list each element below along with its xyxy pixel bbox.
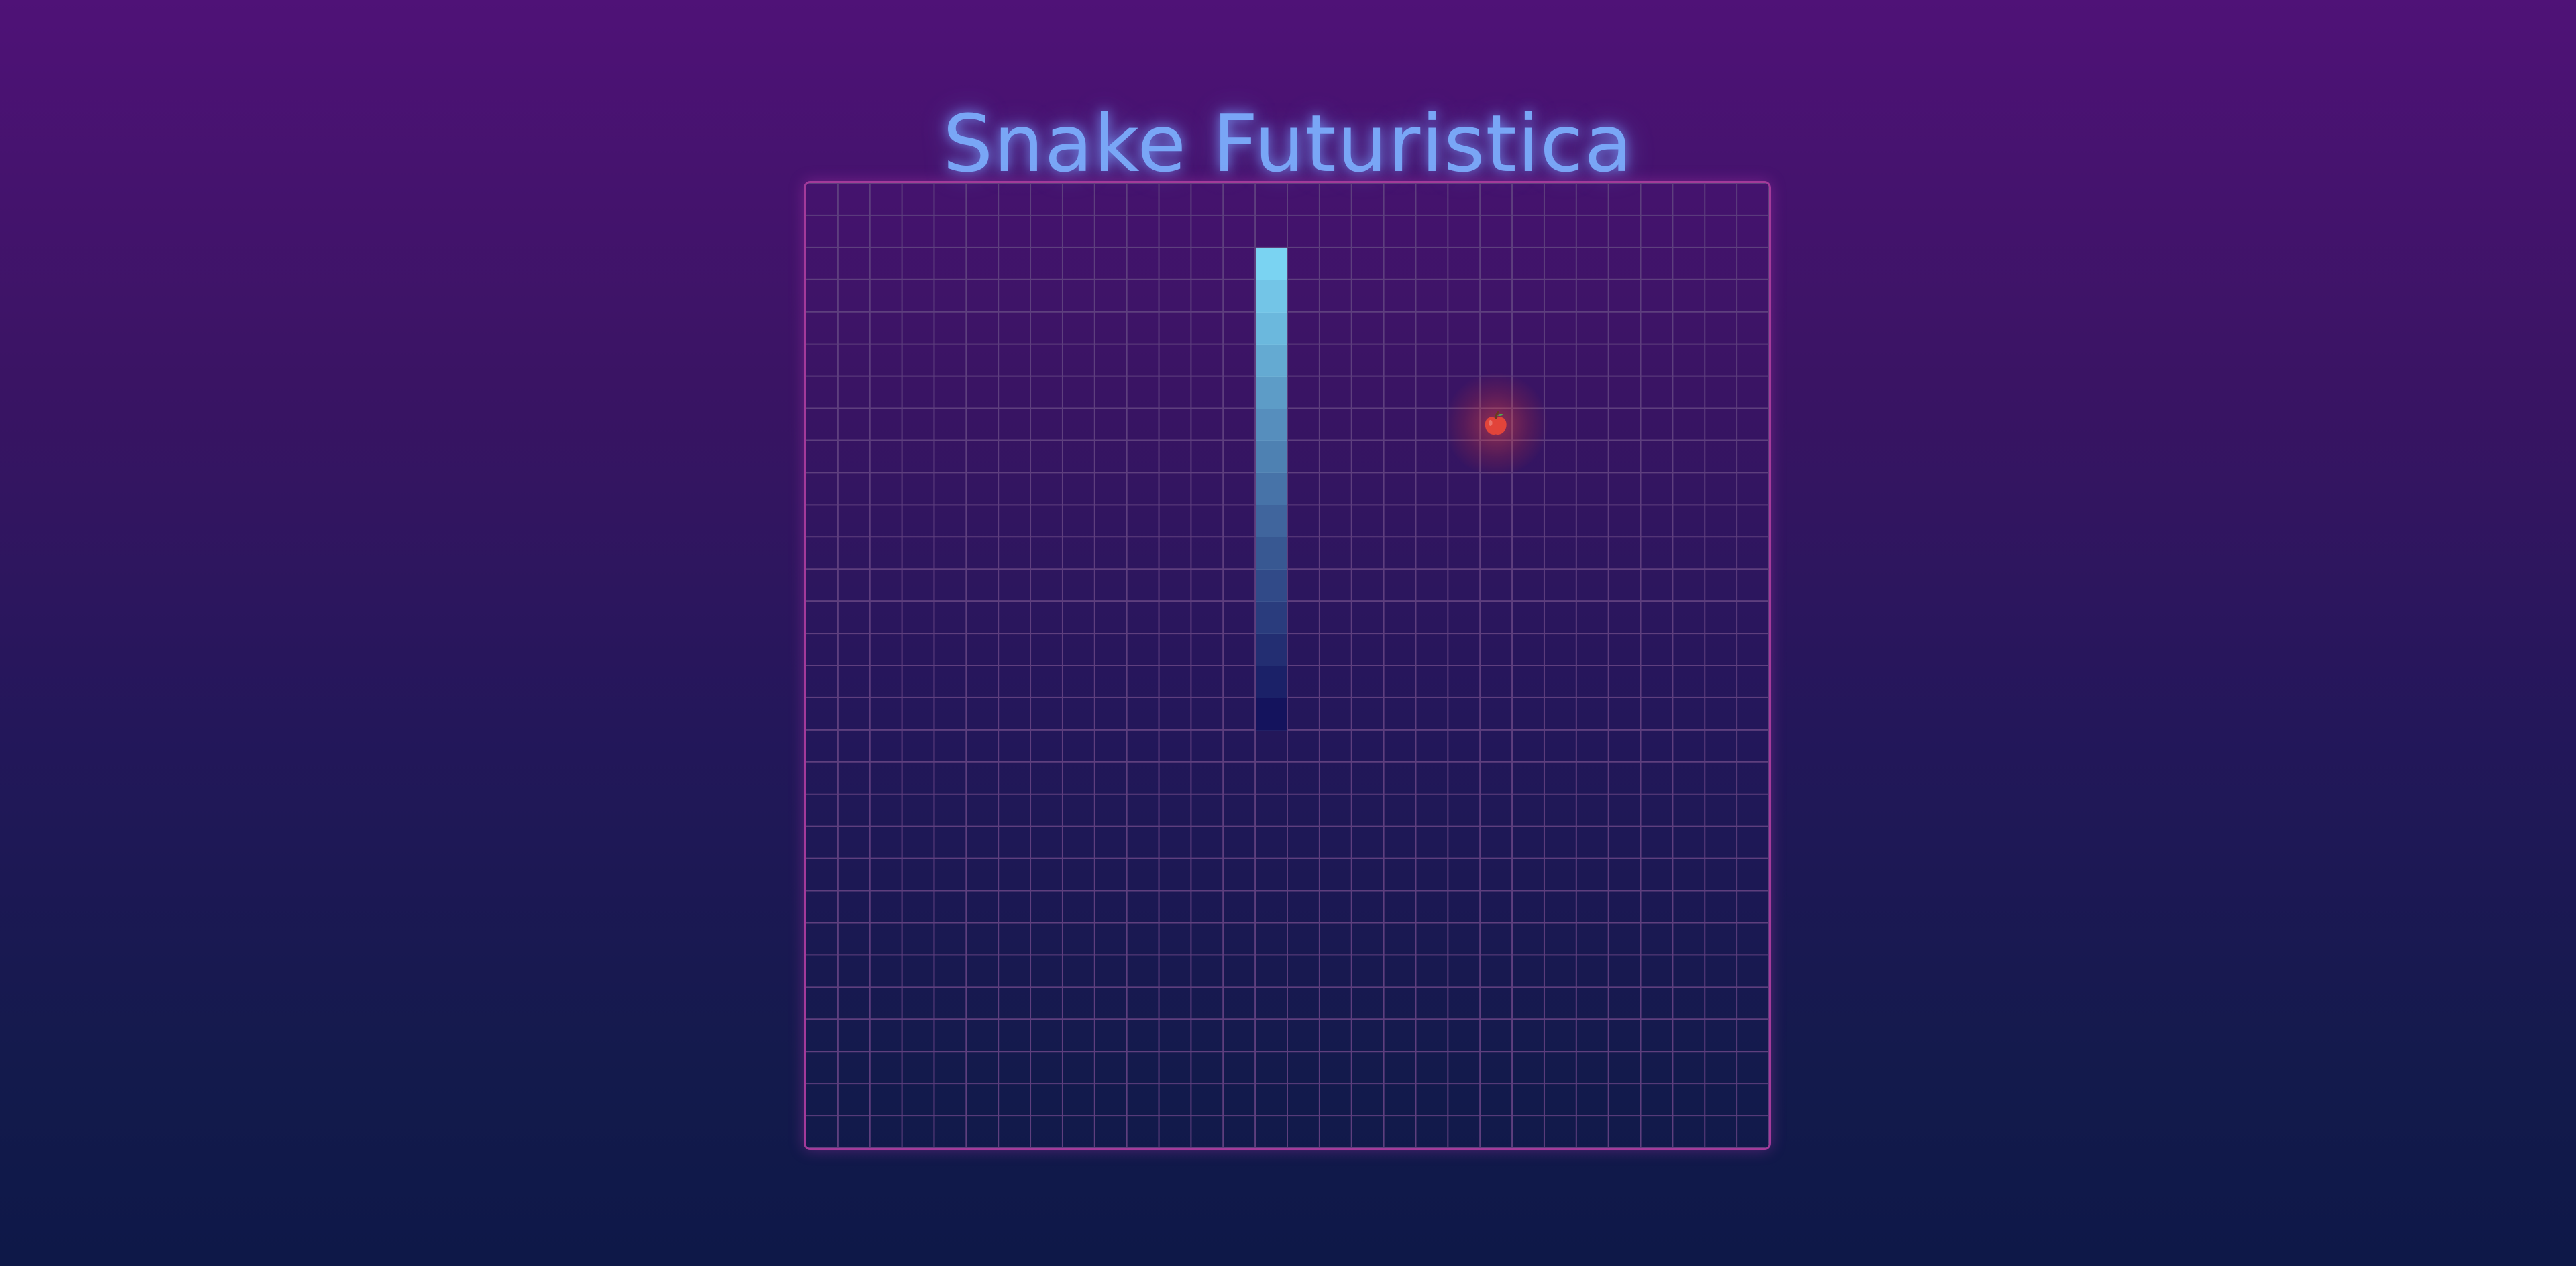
snake-segment xyxy=(1256,570,1287,602)
snake-segment xyxy=(1256,537,1287,570)
apple-icon xyxy=(1485,411,1507,435)
game-title: Snake Futuristica xyxy=(943,97,1633,191)
board-grid xyxy=(806,183,1769,1148)
snake-segment xyxy=(1256,280,1287,313)
snake-segment xyxy=(1256,634,1287,666)
snake-segment xyxy=(1256,409,1287,441)
snake-segment xyxy=(1256,602,1287,635)
snake-segment xyxy=(1256,473,1287,506)
snake-segment xyxy=(1256,376,1287,409)
snake-head xyxy=(1256,248,1287,280)
snake-segment xyxy=(1256,666,1287,698)
snake-segment xyxy=(1256,441,1287,474)
snake-segment xyxy=(1256,698,1287,731)
snake-segment xyxy=(1256,505,1287,538)
snake-segment xyxy=(1256,312,1287,345)
snake-segment xyxy=(1256,344,1287,377)
game-board[interactable] xyxy=(804,181,1771,1150)
